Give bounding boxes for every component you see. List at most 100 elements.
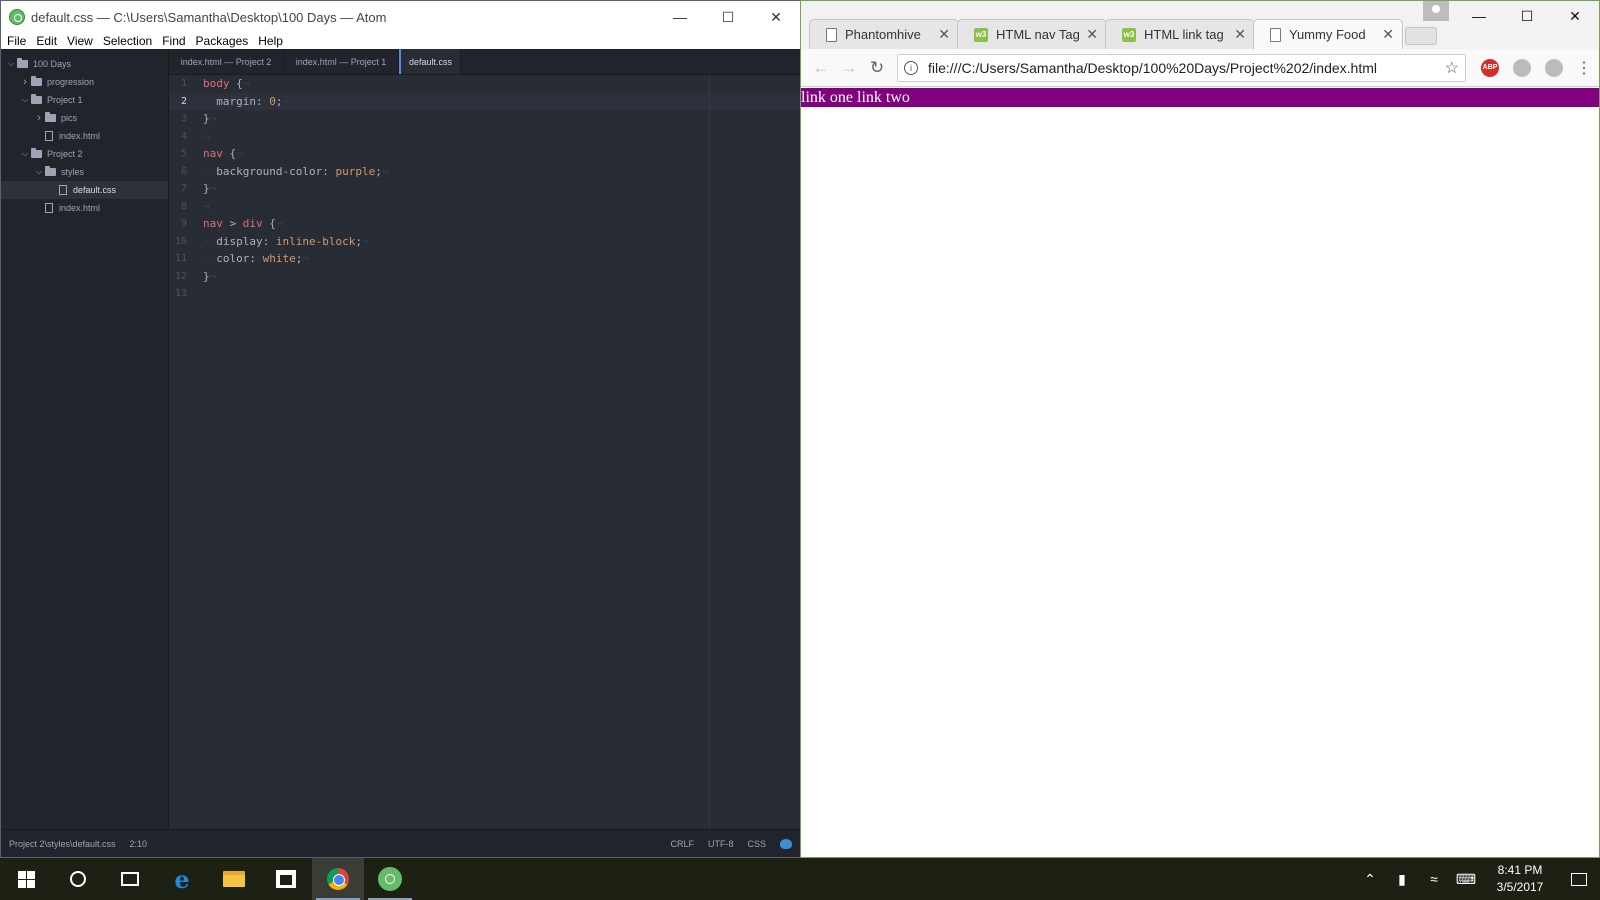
maximize-icon[interactable]: ☐	[1503, 1, 1551, 31]
menu-find[interactable]: Find	[162, 34, 185, 48]
code-line[interactable]: 4 ¬	[169, 128, 800, 146]
code-line[interactable]: 7}¬	[169, 180, 800, 198]
menu-help[interactable]: Help	[258, 34, 283, 48]
tree-item[interactable]: › progression	[1, 73, 168, 91]
keyboard-icon[interactable]: ⌨	[1450, 871, 1482, 888]
status-cursor-position[interactable]: 2:10	[130, 839, 148, 849]
menu-file[interactable]: File	[7, 34, 26, 48]
tree-item[interactable]: ⌵ Project 1	[1, 91, 168, 109]
code-line[interactable]: 5 nav {¬	[169, 145, 800, 163]
tree-item[interactable]: ⌵ styles	[1, 163, 168, 181]
chevron-right-icon[interactable]: ›	[19, 76, 31, 88]
start-button[interactable]	[0, 858, 52, 900]
battery-icon[interactable]: ▮	[1386, 871, 1418, 888]
chrome-menu-icon[interactable]: ⋮	[1575, 58, 1593, 78]
forward-arrow-icon[interactable]: →	[835, 58, 863, 78]
tab-html-nav-tag[interactable]: w3 HTML nav Tag ✕	[957, 19, 1107, 49]
reload-icon[interactable]: ↻	[863, 58, 891, 78]
chevron-down-icon[interactable]: ⌵	[33, 167, 45, 177]
adblock-plus-icon[interactable]: ABP	[1481, 58, 1499, 77]
code-text: body {¬	[203, 77, 250, 91]
editor-tabbar: index.html — Project 2 index.html — Proj…	[169, 49, 800, 75]
file-icon	[45, 203, 53, 213]
edge-button[interactable]: e	[156, 858, 208, 900]
info-icon[interactable]: i	[904, 60, 918, 75]
tab-default-css[interactable]: default.css	[399, 49, 461, 74]
menu-edit[interactable]: Edit	[36, 34, 57, 48]
address-bar[interactable]: i file:///C:/Users/Samantha/Desktop/100%…	[897, 53, 1466, 82]
menu-view[interactable]: View	[67, 34, 93, 48]
code-line[interactable]: 13	[169, 285, 800, 303]
minimize-icon[interactable]: —	[656, 1, 704, 33]
code-line[interactable]: 11 ··color: white;¬	[169, 250, 800, 268]
nav-link-two[interactable]: link two	[857, 88, 910, 107]
tab-close-icon[interactable]: ✕	[1234, 26, 1246, 43]
chevron-down-icon[interactable]: ⌵	[5, 59, 17, 69]
tab-close-icon[interactable]: ✕	[1086, 26, 1098, 43]
code-line[interactable]: 3}¬	[169, 110, 800, 128]
close-icon[interactable]: ✕	[1551, 1, 1599, 31]
code-text: ··margin: 0;¬	[203, 94, 290, 108]
tab-close-icon[interactable]: ✕	[938, 26, 950, 43]
tab-phantomhive[interactable]: Phantomhive ✕	[809, 19, 959, 49]
new-tab-button[interactable]	[1405, 27, 1437, 45]
twitter-bird-icon[interactable]	[780, 838, 792, 849]
code-line[interactable]: 6 ··background-color: purple;¬	[169, 163, 800, 181]
maximize-icon[interactable]: ☐	[704, 1, 752, 33]
tree-item[interactable]: index.html	[1, 127, 168, 145]
page-viewport: link one link two	[801, 88, 1599, 857]
code-line[interactable]: 10 ··display: inline-block;¬	[169, 233, 800, 251]
atom-titlebar[interactable]: default.css — C:\Users\Samantha\Desktop\…	[1, 1, 800, 33]
status-encoding[interactable]: UTF-8	[708, 839, 734, 849]
cortana-button[interactable]	[52, 858, 104, 900]
menu-selection[interactable]: Selection	[103, 34, 152, 48]
tree-item[interactable]: › pics	[1, 109, 168, 127]
chevron-down-icon[interactable]: ⌵	[19, 149, 31, 159]
bookmark-star-icon[interactable]: ☆	[1445, 58, 1459, 78]
code-text: ¬	[203, 129, 210, 143]
code-line[interactable]: 1 body {¬	[169, 75, 800, 93]
code-line[interactable]: 12}¬	[169, 268, 800, 286]
tab-yummy-food[interactable]: Yummy Food ✕	[1253, 19, 1403, 49]
chevron-down-icon[interactable]: ⌵	[19, 95, 31, 105]
wrap-guide	[709, 75, 710, 829]
tab-index-project2[interactable]: index.html — Project 2	[169, 49, 284, 74]
line-number: 4	[180, 130, 187, 142]
tab-html-link-tag[interactable]: w3 HTML link tag ✕	[1105, 19, 1255, 49]
status-grammar[interactable]: CSS	[747, 839, 766, 849]
chrome-taskbar-button[interactable]	[312, 858, 364, 900]
chevron-up-icon[interactable]: ⌃	[1354, 871, 1386, 888]
atom-taskbar-button[interactable]	[364, 858, 416, 900]
skype-extension-icon[interactable]	[1513, 58, 1531, 77]
tab-close-icon[interactable]: ✕	[1382, 26, 1394, 43]
wifi-icon[interactable]: ≈	[1418, 871, 1450, 887]
status-file-path[interactable]: Project 2\styles\default.css	[9, 839, 116, 849]
minimize-icon[interactable]: —	[1455, 1, 1503, 31]
tree-item[interactable]: default.css	[1, 181, 168, 199]
code-line[interactable]: 8 ¬	[169, 198, 800, 216]
tree-item[interactable]: ⌵ Project 2	[1, 145, 168, 163]
file-explorer-button[interactable]	[208, 858, 260, 900]
tree-item[interactable]: ⌵ 100 Days	[1, 55, 168, 73]
code-line[interactable]: 9 nav > div {¬	[169, 215, 800, 233]
task-view-button[interactable]	[104, 858, 156, 900]
url-text[interactable]: file:///C:/Users/Samantha/Desktop/100%20…	[928, 60, 1445, 76]
close-icon[interactable]: ✕	[752, 1, 800, 33]
action-center-button[interactable]	[1558, 872, 1600, 886]
tab-index-project1[interactable]: index.html — Project 1	[284, 49, 399, 74]
profile-icon[interactable]	[1423, 1, 1449, 21]
chevron-right-icon[interactable]: ›	[33, 112, 45, 124]
tree-item-label: pics	[61, 113, 78, 123]
menu-packages[interactable]: Packages	[196, 34, 249, 48]
code-line[interactable]: 2 ··margin: 0;¬	[169, 92, 800, 110]
task-view-icon	[121, 872, 139, 886]
status-line-ending[interactable]: CRLF	[670, 839, 694, 849]
back-arrow-icon[interactable]: ←	[807, 58, 835, 78]
code-editor[interactable]: 1 body {¬ 2 ··margin: 0;¬ 3}¬ 4 ¬ 5 nav {¬ 6 ··bac…	[169, 75, 800, 829]
store-button[interactable]	[260, 858, 312, 900]
tree-item[interactable]: index.html	[1, 199, 168, 217]
atom-status-bar: Project 2\styles\default.css 2:10 CRLF U…	[1, 829, 800, 857]
extension-icon[interactable]	[1545, 58, 1563, 77]
nav-link-one[interactable]: link one	[801, 88, 853, 107]
clock[interactable]: 8:41 PM 3/5/2017	[1482, 862, 1558, 896]
